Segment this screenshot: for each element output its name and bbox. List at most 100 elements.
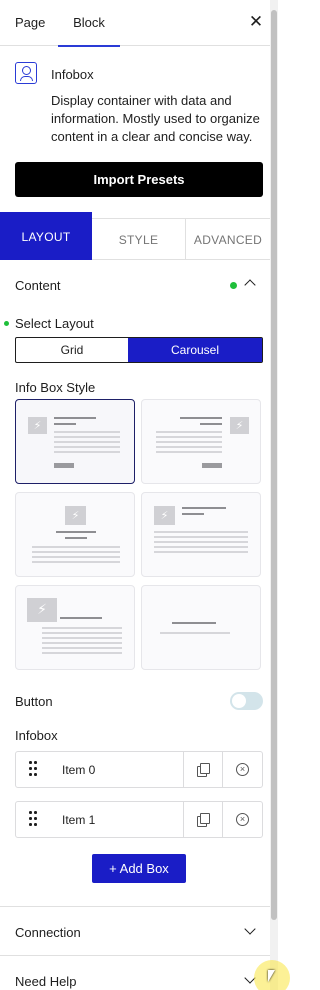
need-help-section-header[interactable]: Need Help bbox=[15, 972, 263, 990]
thumb-line bbox=[156, 431, 222, 433]
layout-option-grid[interactable]: Grid bbox=[16, 338, 128, 362]
style-option-6[interactable] bbox=[141, 585, 261, 670]
thumb-line bbox=[42, 637, 122, 639]
item-label: Item 0 bbox=[62, 763, 96, 777]
drag-handle-icon[interactable] bbox=[29, 811, 37, 828]
remove-icon[interactable]: × bbox=[236, 813, 249, 826]
close-icon[interactable]: ✕ bbox=[246, 12, 266, 32]
duplicate-icon[interactable] bbox=[197, 763, 210, 777]
button-toggle[interactable] bbox=[230, 692, 263, 710]
thumb-line bbox=[32, 556, 120, 558]
remove-icon[interactable]: × bbox=[236, 763, 249, 776]
add-box-button[interactable]: + Add Box bbox=[92, 854, 186, 883]
lightning-icon: ⚡ bbox=[33, 420, 42, 432]
thumb-line bbox=[154, 531, 248, 533]
scrollbar-thumb[interactable] bbox=[271, 10, 277, 920]
panel-tabs: LAYOUT STYLE ADVANCED bbox=[0, 212, 270, 260]
divider bbox=[222, 802, 223, 837]
thumb-subtitle bbox=[182, 513, 204, 515]
divider bbox=[183, 752, 184, 787]
divider bbox=[0, 906, 270, 907]
tab-layout[interactable]: LAYOUT bbox=[0, 212, 92, 260]
button-toggle-row: Button bbox=[15, 692, 263, 712]
need-help-section-title: Need Help bbox=[15, 974, 77, 989]
lightning-icon: ⚡ bbox=[37, 601, 47, 617]
thumb-line bbox=[156, 441, 222, 443]
connection-section-header[interactable]: Connection bbox=[15, 923, 263, 943]
thumb-line bbox=[54, 431, 120, 433]
scrollbar[interactable] bbox=[270, 0, 278, 990]
layout-toggle-group: Grid Carousel bbox=[15, 337, 263, 363]
tab-advanced[interactable]: ADVANCED bbox=[185, 218, 270, 260]
thumb-subtitle bbox=[54, 423, 76, 425]
thumb-line bbox=[42, 642, 122, 644]
toggle-knob bbox=[232, 694, 246, 708]
thumb-line bbox=[32, 561, 120, 563]
thumb-line bbox=[54, 441, 120, 443]
connection-section-title: Connection bbox=[15, 925, 81, 940]
duplicate-icon[interactable] bbox=[197, 813, 210, 827]
sidebar-tabs: Page Block ✕ bbox=[0, 0, 270, 47]
thumb-line bbox=[54, 451, 120, 453]
import-presets-button[interactable]: Import Presets bbox=[15, 162, 263, 197]
thumb-line bbox=[54, 436, 120, 438]
thumb-line bbox=[156, 451, 222, 453]
lightning-icon: ⚡ bbox=[235, 420, 244, 432]
block-description: Display container with data and informat… bbox=[51, 93, 260, 144]
thumb-line bbox=[42, 652, 122, 654]
thumb-line bbox=[54, 446, 120, 448]
tab-block[interactable]: Block bbox=[58, 0, 120, 47]
infobox-icon bbox=[15, 62, 37, 84]
style-option-2[interactable]: ⚡ bbox=[141, 399, 261, 484]
tab-page[interactable]: Page bbox=[15, 0, 45, 46]
thumb-title bbox=[60, 617, 102, 619]
thumb-button bbox=[202, 463, 222, 468]
thumb-title bbox=[172, 622, 216, 624]
thumb-line bbox=[154, 546, 248, 548]
style-option-3[interactable]: ⚡ bbox=[15, 492, 135, 577]
divider bbox=[0, 955, 270, 956]
lightning-icon: ⚡ bbox=[160, 510, 169, 522]
thumb-subtitle bbox=[65, 537, 87, 539]
content-section-header[interactable]: Content bbox=[15, 276, 263, 296]
modified-dot bbox=[4, 321, 9, 326]
thumb-line bbox=[156, 446, 222, 448]
content-section-title: Content bbox=[15, 278, 61, 293]
cursor-arrow-icon bbox=[268, 970, 275, 982]
thumb-line bbox=[154, 541, 248, 543]
style-option-4[interactable]: ⚡ bbox=[141, 492, 261, 577]
item-label: Item 1 bbox=[62, 813, 96, 827]
tab-style[interactable]: STYLE bbox=[92, 218, 185, 260]
chevron-up-icon[interactable] bbox=[244, 279, 256, 291]
style-option-5[interactable]: ⚡ bbox=[15, 585, 135, 670]
thumb-title bbox=[180, 417, 222, 419]
status-dot bbox=[230, 282, 237, 289]
thumb-line bbox=[156, 436, 222, 438]
thumb-line bbox=[154, 536, 248, 538]
thumb-title bbox=[56, 531, 96, 533]
thumb-line bbox=[42, 632, 122, 634]
thumb-button bbox=[54, 463, 74, 468]
thumb-title bbox=[182, 507, 226, 509]
list-item[interactable]: Item 0 × bbox=[15, 751, 263, 788]
list-item[interactable]: Item 1 × bbox=[15, 801, 263, 838]
button-label: Button bbox=[15, 694, 53, 709]
divider bbox=[183, 802, 184, 837]
thumb-title bbox=[54, 417, 96, 419]
infobox-label: Infobox bbox=[15, 728, 58, 743]
select-layout-label: Select Layout bbox=[15, 316, 94, 331]
block-title: Infobox bbox=[51, 67, 94, 82]
chevron-down-icon[interactable] bbox=[244, 923, 256, 935]
layout-option-carousel[interactable]: Carousel bbox=[128, 338, 262, 362]
thumb-line bbox=[32, 546, 120, 548]
thumb-subtitle bbox=[200, 423, 222, 425]
drag-handle-icon[interactable] bbox=[29, 761, 37, 778]
thumb-line bbox=[42, 647, 122, 649]
lightning-icon: ⚡ bbox=[71, 510, 80, 522]
style-option-1[interactable]: ⚡ bbox=[15, 399, 135, 484]
thumb-line bbox=[42, 627, 122, 629]
thumb-line bbox=[160, 632, 230, 634]
thumb-line bbox=[154, 551, 248, 553]
divider bbox=[222, 752, 223, 787]
info-box-style-label: Info Box Style bbox=[15, 380, 96, 395]
